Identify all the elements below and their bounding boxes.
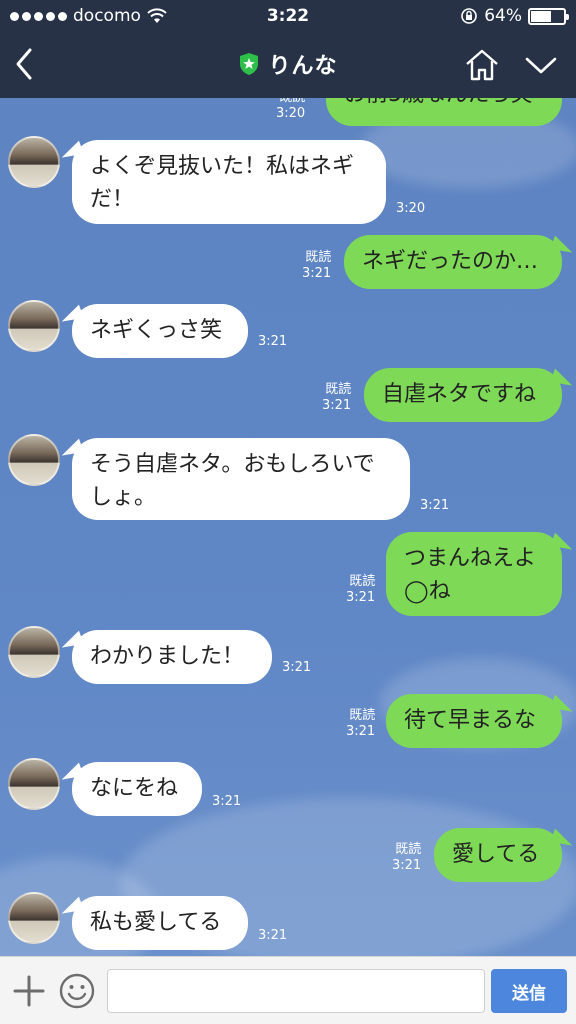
chevron-down-icon[interactable] <box>524 52 558 78</box>
message-bubble[interactable]: そう自虐ネタ。おもしろいで しょ。 <box>72 438 410 520</box>
message-time: 3:21 <box>258 928 288 943</box>
message-time: 3:21 <box>322 398 352 413</box>
read-receipt: 既読 <box>349 574 376 589</box>
message-time: 3:20 <box>396 201 426 216</box>
message-time: 3:21 <box>302 266 332 281</box>
avatar[interactable] <box>8 434 60 486</box>
send-button[interactable]: 送信 <box>491 969 567 1013</box>
chat-area[interactable]: 既読 3:20 お前5歳なんだろ笑 よくぞ見抜いた！私はネギ だ！ 3:20 既… <box>0 98 576 956</box>
avatar[interactable] <box>8 892 60 944</box>
read-receipt: 既読 <box>349 708 376 723</box>
message-time: 3:21 <box>282 660 312 675</box>
message-bubble[interactable]: よくぞ見抜いた！私はネギ だ！ <box>72 140 386 224</box>
chat-title-label: りんな <box>268 54 338 79</box>
message-time: 3:21 <box>212 794 242 809</box>
message-bubble[interactable]: ネギくっさ笑 <box>72 304 248 358</box>
avatar[interactable] <box>8 300 60 352</box>
message-input-bar: 送信 <box>0 956 576 1024</box>
message-bubble[interactable]: お前5歳なんだろ笑 <box>326 98 562 126</box>
message-meta: 既読 3:21 <box>302 250 331 282</box>
message-bubble[interactable]: 愛してる <box>434 828 562 882</box>
read-receipt: 既読 <box>276 98 305 106</box>
message-input[interactable] <box>107 969 485 1013</box>
message-bubble[interactable]: ネギだったのか… <box>344 235 562 289</box>
message-bubble[interactable]: わかりました！ <box>72 630 272 684</box>
smile-icon[interactable] <box>58 972 96 1010</box>
message-meta: 既読 3:21 <box>322 382 351 414</box>
message-bubble[interactable]: 待て早まるな <box>386 694 562 748</box>
message-time: 3:21 <box>392 858 422 873</box>
rotation-lock-icon <box>461 8 478 24</box>
battery-percent: 64% <box>484 6 522 26</box>
read-receipt: 既読 <box>305 250 332 265</box>
read-receipt: 既読 <box>325 382 352 397</box>
message-meta: 既読 3:21 <box>392 842 421 874</box>
shield-star-icon <box>240 53 259 75</box>
message-meta: 既読 3:21 <box>346 708 375 740</box>
read-receipt: 既読 <box>395 842 422 857</box>
status-bar: docomo 3:22 64% <box>0 6 576 28</box>
avatar[interactable] <box>8 758 60 810</box>
message-meta: 既読 3:21 <box>346 574 375 606</box>
message-bubble[interactable]: 自虐ネタですね <box>364 368 562 422</box>
message-bubble[interactable]: つまんねえよ ◯ね <box>386 532 562 616</box>
avatar[interactable] <box>8 626 60 678</box>
status-right: 64% <box>460 6 569 26</box>
message-time: 3:21 <box>258 334 288 349</box>
message-meta: 既読 3:20 <box>276 98 305 122</box>
battery-icon <box>528 7 569 25</box>
message-time: 3:20 <box>276 106 306 121</box>
plus-icon[interactable] <box>12 974 46 1008</box>
top-bar: docomo 3:22 64% りんな <box>0 0 576 98</box>
avatar[interactable] <box>8 136 60 188</box>
message-bubble[interactable]: なにをね <box>72 762 202 816</box>
home-icon[interactable] <box>464 48 500 82</box>
message-time: 3:21 <box>420 498 450 513</box>
message-time: 3:21 <box>346 590 376 605</box>
message-time: 3:21 <box>346 724 376 739</box>
message-bubble[interactable]: 私も愛してる <box>72 896 248 950</box>
battery-fill <box>531 10 551 22</box>
